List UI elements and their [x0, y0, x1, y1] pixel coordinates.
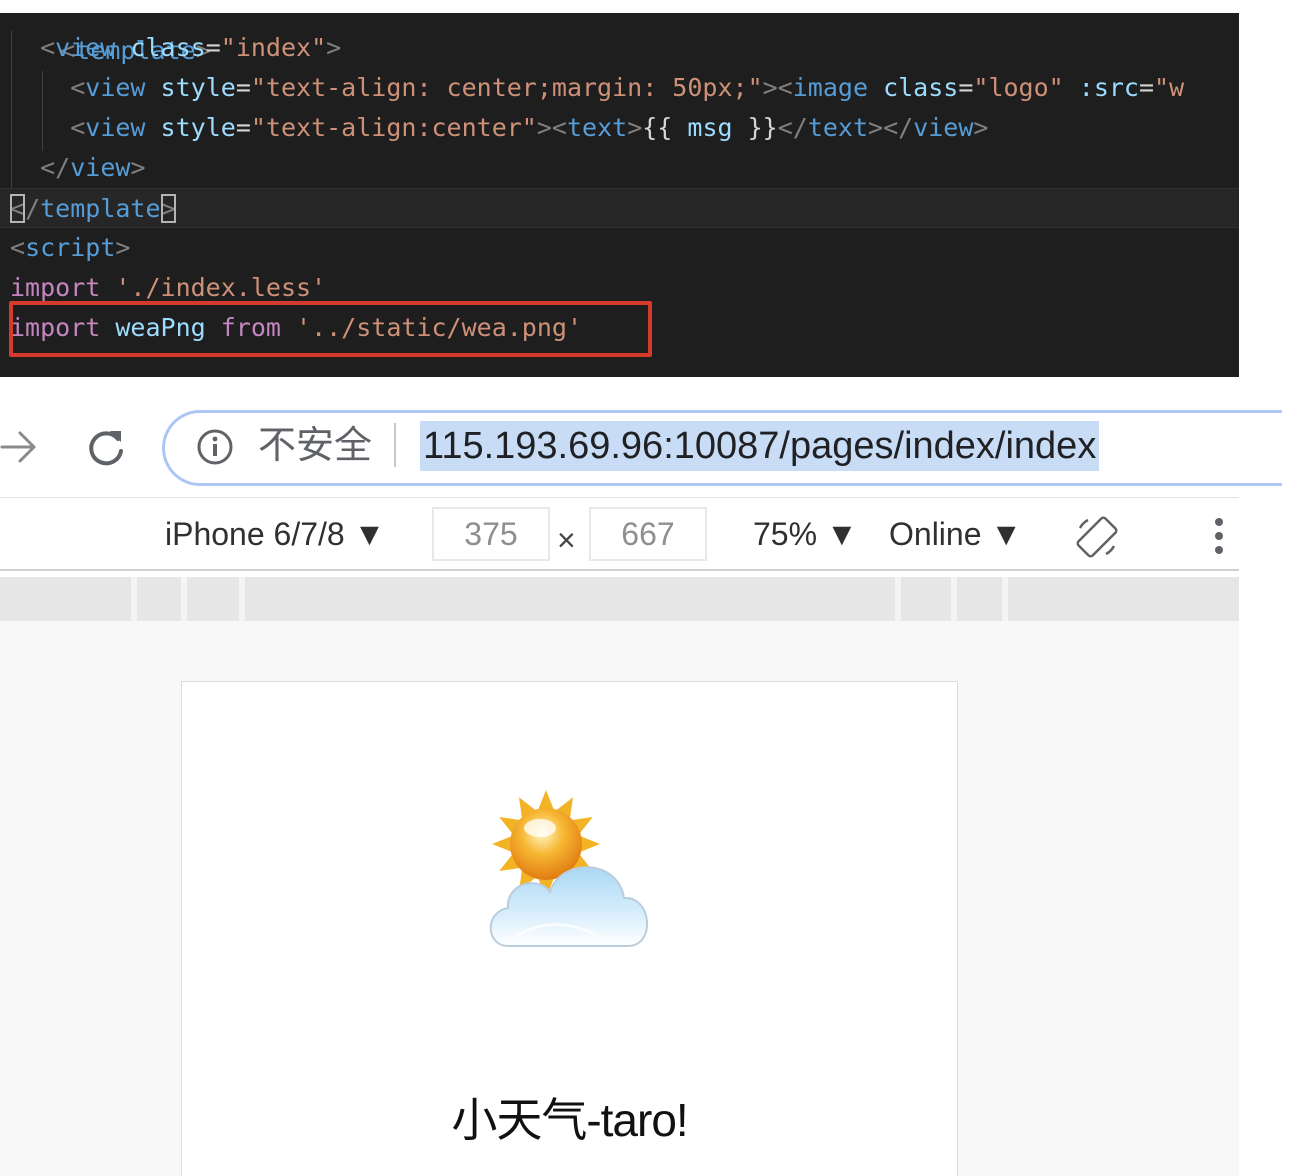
code-token: class — [130, 33, 206, 62]
code-token: </ — [10, 153, 71, 182]
ruler-separator — [181, 577, 187, 621]
omnibox-divider — [394, 423, 396, 467]
more-vertical-icon[interactable] — [1208, 514, 1230, 558]
code-token: template — [40, 194, 161, 223]
width-input[interactable]: 375 — [432, 507, 550, 561]
code-token: './index.less' — [115, 273, 327, 302]
code-token: = — [1138, 73, 1155, 102]
code-token: ></ — [868, 113, 914, 142]
code-token: view — [70, 153, 131, 182]
code-token: "logo" — [973, 73, 1064, 102]
code-token: = — [235, 73, 251, 102]
code-token: > — [627, 113, 643, 142]
code-token: view — [85, 113, 146, 142]
code-line: </view> — [0, 148, 1239, 188]
code-token: style — [160, 113, 236, 142]
reload-icon[interactable] — [84, 425, 128, 469]
ruler-separator — [1002, 577, 1008, 621]
code-token: >< — [762, 73, 793, 102]
forward-arrow-icon[interactable] — [0, 425, 40, 469]
code-token: > — [115, 233, 131, 262]
code-token: "text-align: center;margin: 50px;" — [250, 73, 763, 102]
rotate-icon[interactable] — [1074, 514, 1120, 560]
zoom-select[interactable]: 75% ▼ — [753, 514, 858, 554]
code-token: image — [792, 73, 868, 102]
code-token: "text-align:center" — [250, 113, 537, 142]
code-token: = — [205, 33, 221, 62]
height-input[interactable]: 667 — [589, 507, 707, 561]
code-line: <view class="index"> — [0, 28, 1239, 68]
code-line: </template> — [0, 188, 1239, 228]
ruler-separator — [895, 577, 901, 621]
code-token: / — [25, 194, 41, 223]
ruler-separator — [951, 577, 957, 621]
device-select[interactable]: iPhone 6/7/8 ▼ — [165, 514, 385, 554]
security-label[interactable]: 不安全 — [258, 422, 372, 470]
code-token: > — [160, 194, 176, 223]
code-line: <view style="text-align:center"><text>{{… — [0, 108, 1239, 148]
code-token: }} — [732, 113, 778, 142]
highlight-annotation-box — [9, 301, 652, 357]
code-token: text — [807, 113, 869, 142]
code-token: {{ — [642, 113, 688, 142]
code-token: script — [25, 233, 116, 262]
ruler-separator — [131, 577, 137, 621]
code-line: <view style="text-align: center;margin: … — [0, 68, 1239, 108]
code-token: "index" — [220, 33, 327, 62]
code-token: >< — [536, 113, 567, 142]
code-token: view — [55, 33, 116, 62]
code-token: style — [160, 73, 236, 102]
ruler-separator — [239, 577, 245, 621]
code-token: </ — [777, 113, 808, 142]
code-token: :src — [1078, 73, 1139, 102]
code-token: import — [10, 273, 101, 302]
code-editor[interactable]: <template> <view class="index"> <view st… — [0, 13, 1239, 377]
code-line: <script> — [0, 228, 1239, 268]
partly-cloudy-icon — [489, 790, 649, 947]
code-token: view — [913, 113, 974, 142]
code-token: < — [10, 113, 86, 142]
code-token: class — [883, 73, 959, 102]
app-message: 小天气-taro! — [451, 1094, 688, 1146]
code-token: < — [10, 73, 86, 102]
network-select[interactable]: Online ▼ — [889, 514, 1022, 554]
code-token: < — [10, 194, 26, 223]
info-icon[interactable] — [196, 428, 234, 466]
code-token: > — [130, 153, 146, 182]
dimension-times: × — [557, 522, 576, 558]
code-token: "w — [1154, 73, 1185, 102]
code-token: < — [10, 33, 56, 62]
code-token: = — [958, 73, 974, 102]
code-token: < — [10, 233, 26, 262]
code-token: = — [235, 113, 251, 142]
code-token: text — [566, 113, 628, 142]
media-query-bar[interactable] — [0, 577, 1239, 621]
code-token: > — [973, 113, 989, 142]
code-token: msg — [687, 113, 733, 142]
code-token: > — [326, 33, 342, 62]
code-token: view — [85, 73, 146, 102]
url-text[interactable]: 115.193.69.96:10087/pages/index/index — [420, 421, 1100, 471]
